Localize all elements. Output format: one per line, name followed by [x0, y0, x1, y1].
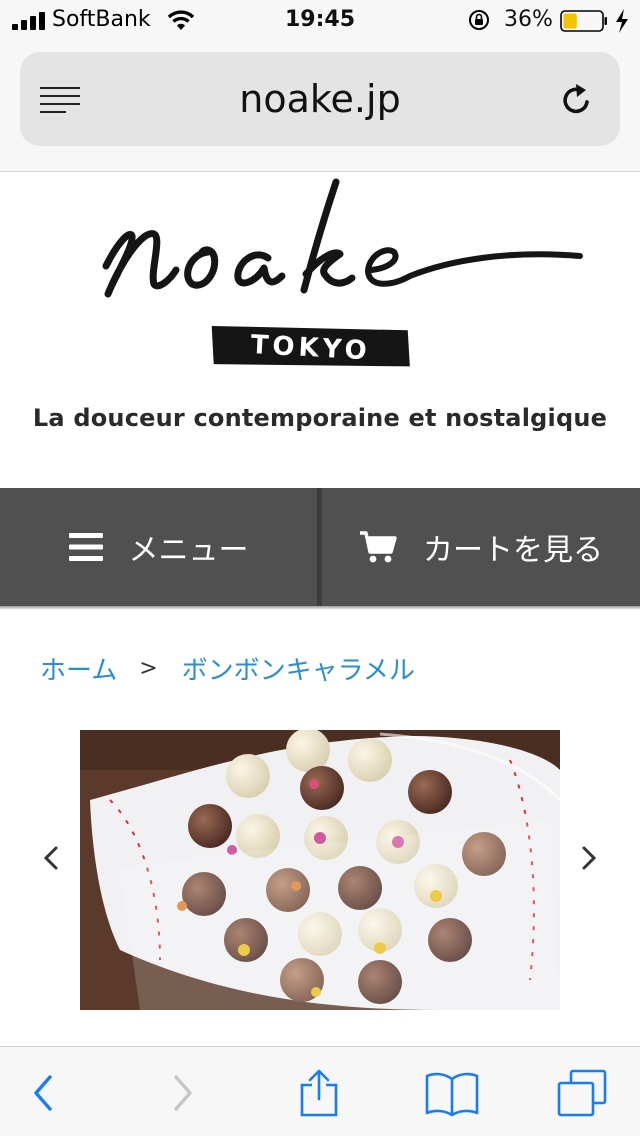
site-logo-area[interactable]: TOKYO La douceur contemporaine et nostal…: [0, 172, 640, 488]
shopping-cart-icon: [360, 531, 397, 563]
breadcrumb-separator: >: [139, 655, 158, 681]
battery-icon: [560, 10, 607, 32]
view-cart-button[interactable]: カートを見る: [322, 488, 640, 606]
cart-label: カートを見る: [423, 533, 603, 568]
battery-percent: 36%: [504, 7, 553, 32]
tabs-icon[interactable]: [556, 1069, 608, 1117]
chevron-right-icon[interactable]: [578, 838, 602, 878]
nav-bar: メニュー カートを見る: [0, 488, 640, 608]
url-text[interactable]: noake.jp: [20, 76, 620, 122]
status-bar: SoftBank 19:45 36%: [0, 0, 640, 40]
menu-label: メニュー: [128, 533, 249, 568]
hamburger-menu-icon: [68, 533, 103, 561]
browser-toolbar: [0, 1046, 640, 1136]
back-icon[interactable]: [28, 1069, 58, 1117]
breadcrumb: ホーム > ボンボンキャラメル: [40, 650, 415, 686]
nav-shadow: [0, 606, 640, 610]
forward-icon[interactable]: [168, 1069, 198, 1117]
logo-tokyo-text: TOKYO: [250, 330, 371, 366]
rotation-lock-icon: [469, 10, 489, 30]
share-icon[interactable]: [298, 1069, 340, 1117]
bookmarks-icon[interactable]: [424, 1069, 480, 1117]
browser-address-area: noake.jp: [0, 40, 640, 172]
chevron-left-icon[interactable]: [38, 838, 62, 878]
product-photo[interactable]: [80, 730, 560, 1010]
breadcrumb-home-link[interactable]: ホーム: [40, 650, 117, 687]
product-gallery: [0, 730, 640, 1012]
address-bar[interactable]: noake.jp: [20, 52, 620, 146]
breadcrumb-current-link[interactable]: ボンボンキャラメル: [182, 650, 415, 687]
reload-icon[interactable]: [560, 82, 594, 118]
noake-logo[interactable]: TOKYO: [90, 172, 600, 382]
menu-button[interactable]: メニュー: [0, 488, 318, 606]
charging-icon: [616, 9, 628, 33]
tagline: La douceur contemporaine et nostalgique: [32, 404, 608, 432]
caramel-bouquet-image: [80, 730, 560, 1010]
